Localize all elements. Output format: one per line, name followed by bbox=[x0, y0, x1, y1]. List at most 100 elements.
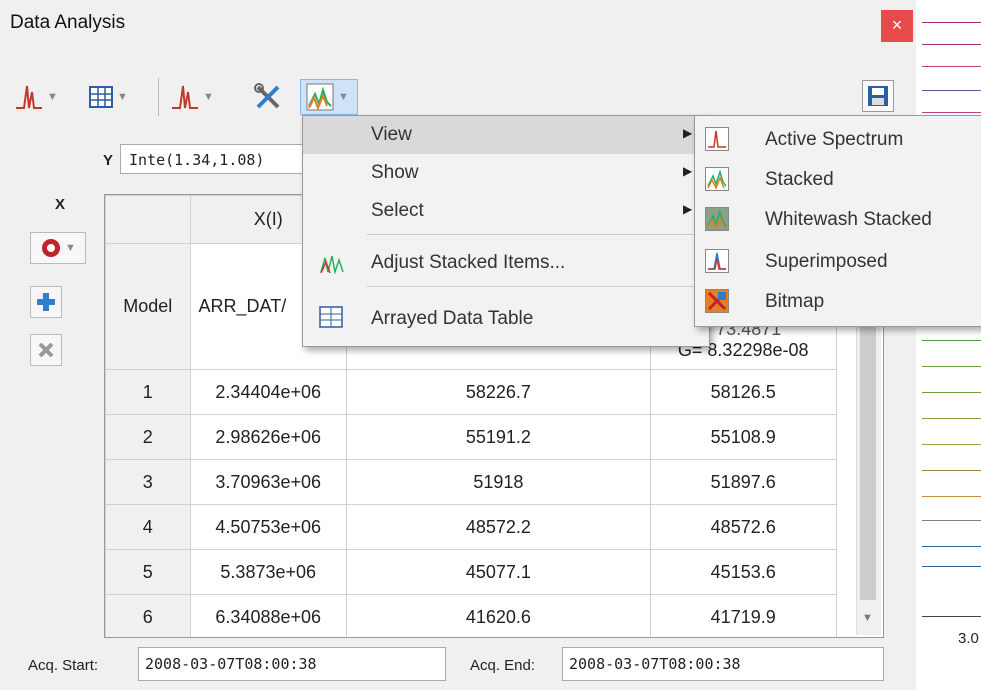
table-cell[interactable]: 48572.2 bbox=[345, 504, 651, 550]
table-cell[interactable]: 51897.6 bbox=[649, 459, 837, 505]
table-row[interactable]: 3 3.70963e+06 51918 51897.6 bbox=[105, 459, 883, 505]
menu-item-bitmap[interactable]: Bitmap bbox=[695, 282, 981, 322]
menu-item-label: View bbox=[371, 124, 412, 145]
table-row[interactable]: 1 2.34404e+06 58226.7 58126.5 bbox=[105, 369, 883, 415]
plus-icon bbox=[37, 293, 55, 311]
spectrum-icon bbox=[172, 85, 198, 109]
menu-divider bbox=[367, 234, 703, 235]
acq-end-field[interactable]: 2008-03-07T08:00:38 bbox=[562, 647, 884, 681]
y-axis-label: Y bbox=[103, 152, 114, 169]
menu-item-adjust-stacked[interactable]: Adjust Stacked Items... bbox=[303, 244, 709, 282]
row-number: 2 bbox=[105, 414, 191, 460]
x-axis-label: X bbox=[55, 196, 66, 213]
background-plot-strip: 3.0 bbox=[916, 0, 981, 690]
close-icon bbox=[38, 342, 54, 358]
row-number: 5 bbox=[105, 549, 191, 595]
row-number: 6 bbox=[105, 594, 191, 637]
menu-item-superimposed[interactable]: Superimposed bbox=[695, 242, 981, 282]
menu-item-label: Stacked bbox=[765, 169, 834, 190]
save-icon bbox=[868, 86, 888, 106]
menu-item-label: Whitewash Stacked bbox=[765, 209, 932, 230]
table-cell[interactable]: 58126.5 bbox=[649, 369, 837, 415]
table-cell[interactable]: 2.98626e+06 bbox=[189, 414, 347, 460]
chevron-down-icon: ▼ bbox=[47, 91, 58, 103]
superimposed-icon bbox=[705, 249, 729, 273]
close-button[interactable]: × bbox=[881, 10, 913, 42]
remove-button[interactable] bbox=[30, 334, 62, 366]
table-cell[interactable]: 5.3873e+06 bbox=[189, 549, 347, 595]
table-cell[interactable]: 51918 bbox=[345, 459, 651, 505]
save-button[interactable] bbox=[862, 80, 894, 112]
menu-item-whitewash-stacked[interactable]: Whitewash Stacked bbox=[695, 200, 981, 240]
table-cell[interactable]: 55191.2 bbox=[345, 414, 651, 460]
table-row[interactable]: 6 6.34088e+06 41620.6 41719.9 bbox=[105, 594, 883, 637]
chevron-down-icon: ▼ bbox=[338, 91, 349, 103]
add-button[interactable] bbox=[30, 286, 62, 318]
table-cell[interactable]: 48572.6 bbox=[649, 504, 837, 550]
options-dropdown-button[interactable]: ▼ bbox=[30, 232, 86, 264]
table-icon bbox=[89, 86, 113, 108]
corner-header bbox=[105, 195, 191, 244]
menu-item-show[interactable]: Show ▶ bbox=[303, 154, 709, 192]
row-number: 3 bbox=[105, 459, 191, 505]
axis-tick-label: 3.0 bbox=[958, 630, 979, 647]
table-cell[interactable]: 2.34404e+06 bbox=[189, 369, 347, 415]
menu-item-label: Active Spectrum bbox=[765, 129, 904, 150]
tools-button[interactable] bbox=[252, 80, 284, 114]
menu-item-active-spectrum[interactable]: Active Spectrum bbox=[695, 120, 981, 160]
context-menu: View ▶ Show ▶ Select ▶ Adjust Stacked It… bbox=[302, 115, 710, 347]
chevron-down-icon: ▼ bbox=[65, 242, 76, 254]
chevron-right-icon: ▶ bbox=[683, 126, 693, 140]
acq-end-label: Acq. End: bbox=[470, 657, 536, 674]
chevron-right-icon: ▶ bbox=[683, 202, 693, 216]
table-cell[interactable]: 6.34088e+06 bbox=[189, 594, 347, 637]
menu-item-view[interactable]: View ▶ bbox=[303, 116, 709, 154]
table-row[interactable]: 2 2.98626e+06 55191.2 55108.9 bbox=[105, 414, 883, 460]
row-number: 4 bbox=[105, 504, 191, 550]
whitewash-stacked-icon bbox=[705, 207, 729, 231]
acq-start-label: Acq. Start: bbox=[28, 657, 99, 674]
window-title: Data Analysis bbox=[10, 12, 126, 33]
active-spectrum-icon bbox=[705, 127, 729, 151]
scroll-down-arrow[interactable]: ▼ bbox=[862, 612, 873, 624]
menu-item-select[interactable]: Select ▶ bbox=[303, 192, 709, 230]
chevron-down-icon: ▼ bbox=[203, 91, 214, 103]
table-cell[interactable]: 4.50753e+06 bbox=[189, 504, 347, 550]
y-expression-input[interactable]: Inte(1.34,1.08) bbox=[120, 144, 320, 174]
table-cell[interactable]: 41620.6 bbox=[345, 594, 651, 637]
table-cell[interactable]: 3.70963e+06 bbox=[189, 459, 347, 505]
model-row-header: Model bbox=[105, 243, 191, 370]
menu-divider bbox=[367, 286, 703, 287]
table-cell[interactable]: 45077.1 bbox=[345, 549, 651, 595]
tools-icon bbox=[254, 83, 280, 109]
menu-item-label: Superimposed bbox=[765, 251, 888, 272]
chevron-down-icon: ▼ bbox=[117, 91, 128, 103]
menu-item-label: Show bbox=[371, 162, 419, 183]
table-dropdown-button[interactable]: ▼ bbox=[88, 80, 128, 114]
stacked-icon bbox=[705, 167, 729, 191]
table-row[interactable]: 4 4.50753e+06 48572.2 48572.6 bbox=[105, 504, 883, 550]
spectrum-dropdown-button[interactable]: ▼ bbox=[14, 80, 58, 114]
adjust-stacked-icon bbox=[320, 255, 344, 274]
row-number: 1 bbox=[105, 369, 191, 415]
spectrum-icon bbox=[16, 85, 42, 109]
table-cell[interactable]: 45153.6 bbox=[649, 549, 837, 595]
arrayed-table-icon bbox=[319, 306, 343, 328]
stacked-view-dropdown-button[interactable]: ▼ bbox=[300, 79, 358, 115]
table-cell[interactable]: 55108.9 bbox=[649, 414, 837, 460]
table-cell[interactable]: 41719.9 bbox=[649, 594, 837, 637]
menu-item-label: Arrayed Data Table bbox=[371, 308, 534, 329]
acq-start-field[interactable]: 2008-03-07T08:00:38 bbox=[138, 647, 446, 681]
chevron-right-icon: ▶ bbox=[683, 164, 693, 178]
gear-icon bbox=[42, 239, 61, 257]
table-cell[interactable]: 58226.7 bbox=[345, 369, 651, 415]
view-submenu: Active Spectrum Stacked Whitewash Stacke… bbox=[694, 115, 981, 327]
menu-item-arrayed-data-table[interactable]: Arrayed Data Table bbox=[303, 300, 709, 338]
table-row[interactable]: 5 5.3873e+06 45077.1 45153.6 bbox=[105, 549, 883, 595]
menu-item-label: Bitmap bbox=[765, 291, 825, 312]
menu-item-label: Select bbox=[371, 200, 424, 221]
stacked-icon bbox=[306, 83, 334, 111]
spectrum-tools-dropdown-button[interactable]: ▼ bbox=[170, 80, 214, 114]
menu-item-stacked[interactable]: Stacked bbox=[695, 160, 981, 200]
menu-item-label: Adjust Stacked Items... bbox=[371, 252, 566, 273]
